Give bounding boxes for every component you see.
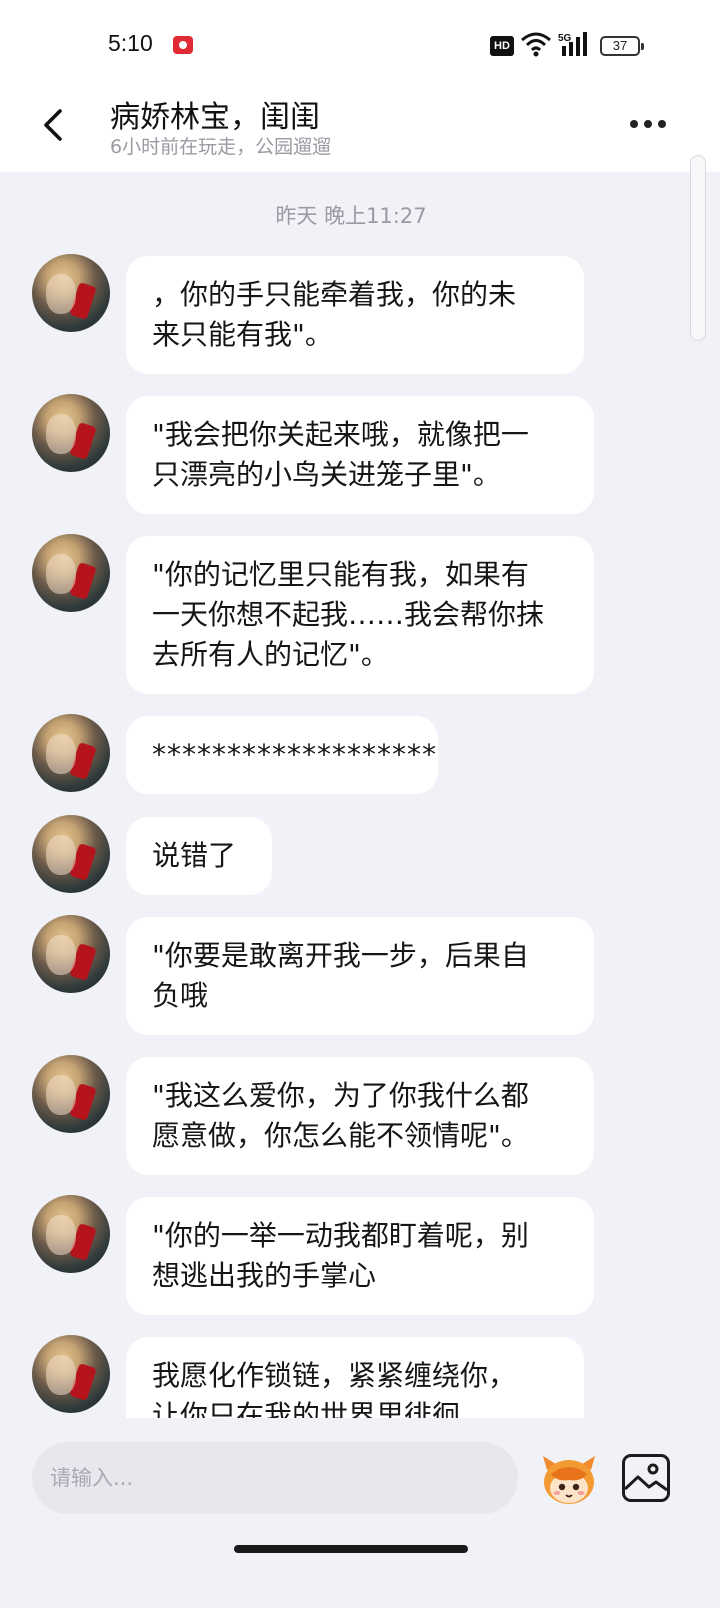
avatar[interactable] [32, 394, 110, 472]
avatar[interactable] [32, 714, 110, 792]
chevron-left-icon [44, 109, 62, 141]
avatar[interactable] [32, 1055, 110, 1133]
image-icon [625, 1463, 667, 1492]
more-dot-icon [658, 120, 666, 128]
message-bubble[interactable]: ******************* [126, 716, 438, 794]
image-picker-button[interactable] [622, 1454, 670, 1502]
message-bubble[interactable]: "我这么爱你，为了你我什么都 愿意做，你怎么能不领情呢"。 [126, 1057, 594, 1175]
mascot-emoji-button[interactable] [541, 1452, 597, 1508]
scrollbar[interactable] [690, 155, 706, 341]
more-dot-icon [644, 120, 652, 128]
screen-record-icon [173, 36, 193, 54]
input-bar [0, 1418, 720, 1608]
status-bar: 5:10 HD 5G 37 [0, 0, 720, 88]
avatar[interactable] [32, 1335, 110, 1413]
home-indicator[interactable] [234, 1545, 468, 1553]
avatar[interactable] [32, 254, 110, 332]
message-input[interactable] [32, 1442, 518, 1514]
avatar[interactable] [32, 915, 110, 993]
message-timestamp: 昨天 晚上11:27 [275, 204, 427, 228]
message-bubble[interactable]: "你的记忆里只能有我，如果有 一天你想不起我……我会帮你抹 去所有人的记忆"。 [126, 536, 594, 694]
message-bubble[interactable]: "你要是敢离开我一步，后果自 负哦 [126, 917, 594, 1035]
message-bubble[interactable]: "我会把你关起来哦，就像把一 只漂亮的小鸟关进笼子里"。 [126, 396, 594, 514]
more-dot-icon [630, 120, 638, 128]
message-bubble[interactable]: 说错了 [126, 817, 272, 895]
avatar[interactable] [32, 534, 110, 612]
avatar[interactable] [32, 1195, 110, 1273]
chat-title: 病娇林宝，闺闺 [110, 100, 320, 135]
avatar[interactable] [32, 815, 110, 893]
wifi-icon [521, 32, 551, 57]
chat-subtitle: 6小时前在玩走，公园遛遛 [110, 136, 332, 158]
more-options-button[interactable] [620, 106, 676, 142]
message-bubble[interactable]: ，你的手只能牵着我，你的未 来只能有我"。 [126, 256, 584, 374]
back-button[interactable] [30, 102, 76, 148]
status-time: 5:10 [108, 30, 153, 56]
message-bubble[interactable]: "你的一举一动我都盯着呢，别 想逃出我的手掌心 [126, 1197, 594, 1315]
signal-icon: 5G [558, 32, 587, 56]
hd-icon: HD [490, 36, 514, 56]
battery-icon: 37 [600, 36, 644, 56]
chat-header: 病娇林宝，闺闺 6小时前在玩走，公园遛遛 [0, 88, 720, 172]
